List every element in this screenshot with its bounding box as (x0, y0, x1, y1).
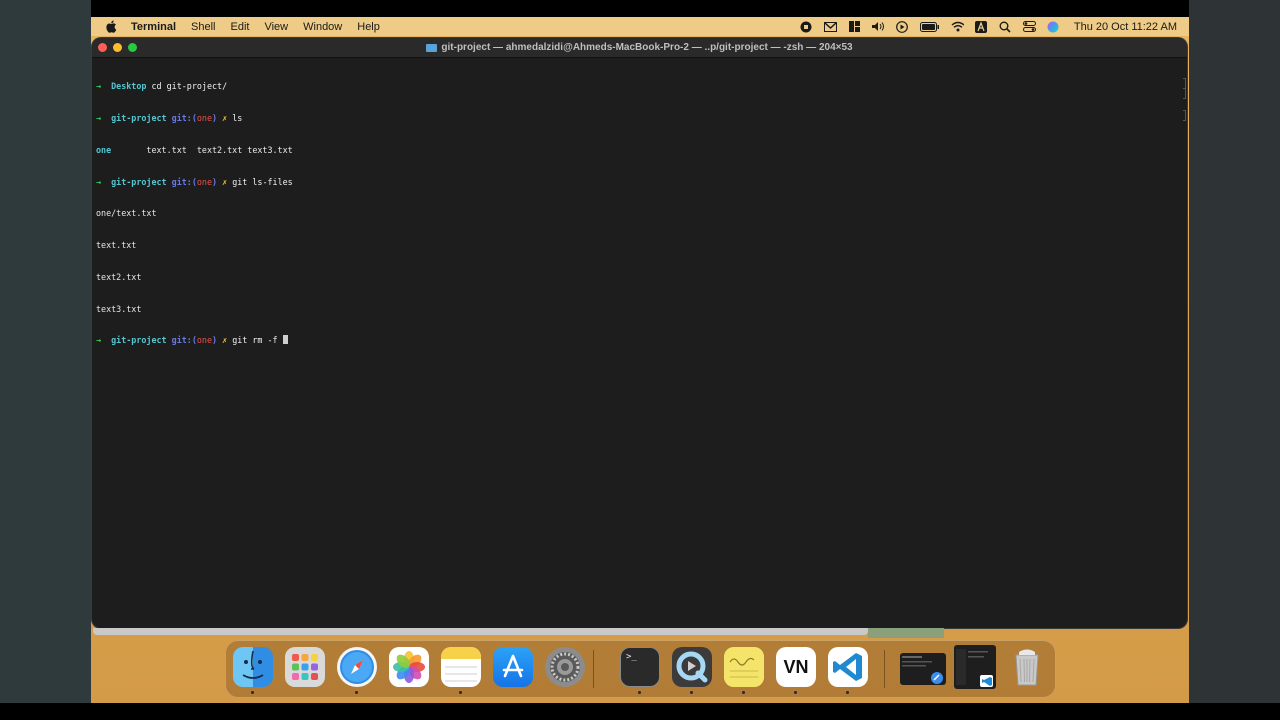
ls-directory-entry: one (96, 144, 112, 155)
dock-divider (884, 650, 885, 688)
prompt-git-label: git:( (171, 335, 197, 346)
wifi-icon[interactable] (951, 21, 964, 33)
vn-label: VN (783, 656, 809, 677)
terminal-line: one/text.txt (96, 208, 157, 219)
prompt-dir: Desktop (111, 81, 147, 92)
running-indicator (690, 691, 693, 694)
window-title-bar[interactable]: git-project — ahmedalzidi@Ahmeds-MacBook… (92, 38, 1187, 58)
terminal-line: → Desktop cd git-project/ (96, 81, 1177, 92)
running-indicator (459, 691, 462, 694)
grid-icon[interactable] (848, 21, 861, 33)
command-input[interactable]: git rm -f (227, 335, 282, 345)
dock-finder-icon[interactable] (233, 647, 273, 687)
prompt-arrow: → (96, 112, 102, 123)
prompt-git-close: ) (212, 176, 218, 187)
minimized-terminal-window[interactable] (900, 653, 946, 685)
terminal-prompt-glyph: >_ (626, 652, 637, 662)
prompt-arrow: → (96, 81, 102, 92)
letterbox-bottom (0, 703, 1280, 720)
scroll-marker (1183, 110, 1186, 121)
prompt-branch: one (196, 112, 213, 123)
running-indicator (251, 691, 254, 694)
terminal-line: text.txt (96, 240, 137, 251)
running-indicator (355, 691, 358, 694)
control-center-icon[interactable] (1022, 21, 1036, 33)
dock-stickies-icon[interactable] (724, 647, 764, 687)
scroll-marker (1183, 88, 1186, 99)
volume-icon[interactable] (871, 21, 885, 33)
background-window[interactable] (868, 628, 944, 638)
record-stop-icon[interactable] (800, 21, 813, 33)
prompt-branch: one (196, 176, 213, 187)
minimized-vscode-window[interactable] (954, 645, 996, 689)
prompt-dir: git-project (111, 176, 167, 187)
menu-edit[interactable]: Edit (231, 21, 250, 33)
menu-bar: Terminal Shell Edit View Window Help Thu… (91, 17, 1189, 36)
prompt-dir: git-project (111, 335, 167, 346)
menu-help[interactable]: Help (357, 21, 380, 33)
dock-vscode-icon[interactable] (828, 647, 868, 687)
desktop: Terminal Shell Edit View Window Help Thu… (91, 17, 1189, 703)
command-text: cd git-project/ (146, 81, 228, 92)
battery-icon[interactable] (919, 21, 940, 33)
terminal-line: → git-project git:(one) ✗ git rm -f (96, 335, 1177, 346)
prompt-dir: git-project (111, 112, 167, 123)
dock-safari-icon[interactable] (337, 647, 377, 687)
play-icon[interactable] (896, 20, 909, 33)
command-text: git ls-files (227, 176, 293, 187)
apple-menu-icon[interactable] (105, 20, 117, 33)
menu-bar-clock[interactable]: Thu 20 Oct 11:22 AM (1074, 21, 1177, 33)
dock-app-store-icon[interactable] (493, 647, 533, 687)
menu-app-terminal[interactable]: Terminal (131, 21, 176, 33)
prompt-git-close: ) (212, 335, 218, 346)
terminal-window: git-project — ahmedalzidi@Ahmeds-MacBook… (92, 38, 1187, 628)
background-window[interactable] (93, 628, 868, 635)
terminal-line: → git-project git:(one) ✗ git ls-files (96, 177, 1177, 188)
dock-system-settings-icon[interactable] (545, 647, 585, 687)
spotlight-search-icon[interactable] (999, 21, 1012, 33)
dock-launchpad-icon[interactable] (285, 647, 325, 687)
dock-photos-icon[interactable] (389, 647, 429, 687)
terminal-line: text2.txt (96, 271, 142, 282)
prompt-git-close: ) (212, 112, 218, 123)
letterbox-top (0, 0, 1280, 17)
prompt-arrow: → (96, 335, 102, 346)
terminal-line: one text.txt text2.txt text3.txt (96, 145, 1177, 156)
command-text: ls (227, 112, 243, 123)
dock: >_ VN (225, 640, 1056, 698)
dock-quicktime-icon[interactable] (672, 647, 712, 687)
menu-view[interactable]: View (264, 21, 288, 33)
terminal-line: → git-project git:(one) ✗ ls (96, 113, 1177, 124)
running-indicator (638, 691, 641, 694)
siri-icon[interactable] (1047, 21, 1060, 33)
folder-icon (426, 43, 438, 52)
menu-window[interactable]: Window (303, 21, 342, 33)
letterbox-left (0, 0, 91, 720)
prompt-branch: one (196, 335, 213, 346)
text-cursor (282, 335, 288, 345)
dock-notes-icon[interactable] (441, 647, 481, 687)
terminal-line: text3.txt (96, 303, 142, 314)
prompt-git-label: git:( (171, 112, 197, 123)
letterbox-right (1189, 0, 1280, 720)
running-indicator (794, 691, 797, 694)
running-indicator (846, 691, 849, 694)
window-title-wrap: git-project — ahmedalzidi@Ahmeds-MacBook… (92, 38, 1187, 57)
dock-terminal-icon[interactable]: >_ (620, 647, 660, 687)
window-title: git-project — ahmedalzidi@Ahmeds-MacBook… (441, 42, 853, 53)
gmail-icon[interactable] (823, 21, 837, 33)
status-menu-area: Thu 20 Oct 11:22 AM (789, 17, 1177, 36)
prompt-git-label: git:( (171, 176, 197, 187)
terminal-output[interactable]: → Desktop cd git-project/ → git-project … (96, 60, 1177, 367)
dock-vn-icon[interactable]: VN (776, 647, 816, 687)
menu-shell[interactable]: Shell (191, 21, 215, 33)
ls-file-entries: text.txt text2.txt text3.txt (111, 144, 293, 155)
dock-divider (593, 650, 594, 688)
input-source-icon[interactable] (975, 20, 988, 33)
dock-trash-icon[interactable] (1007, 647, 1047, 687)
prompt-arrow: → (96, 176, 102, 187)
running-indicator (742, 691, 745, 694)
